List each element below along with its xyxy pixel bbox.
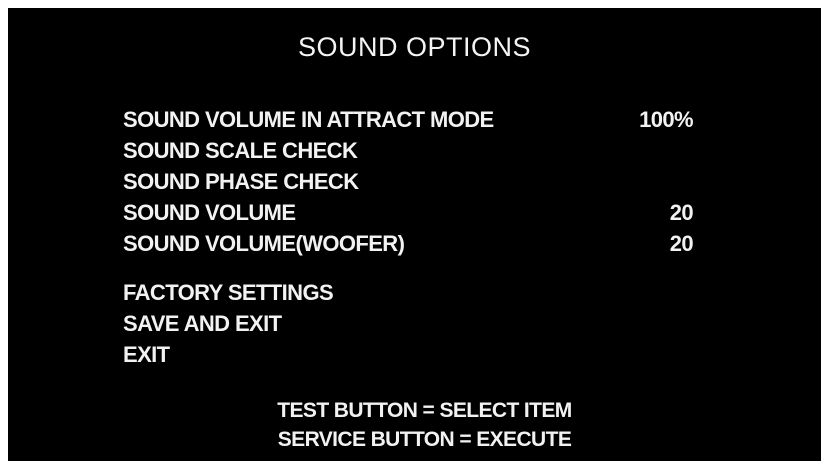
menu-item-factory-settings[interactable]: FACTORY SETTINGS <box>123 277 703 308</box>
button-instructions: TEST BUTTON = SELECT ITEM SERVICE BUTTON… <box>8 396 821 454</box>
menu-item-phase-check[interactable]: SOUND PHASE CHECK <box>123 166 703 197</box>
woofer-volume-value: 20 <box>669 231 694 256</box>
menu-item-label: FACTORY SETTINGS <box>123 280 334 305</box>
menu-item-attract-volume[interactable]: SOUND VOLUME IN ATTRACT MODE 100% <box>123 104 703 135</box>
menu-item-label: SOUND VOLUME IN ATTRACT MODE <box>123 107 494 132</box>
menu-item-sound-volume[interactable]: SOUND VOLUME 20 <box>123 197 703 228</box>
sound-volume-value: 20 <box>669 200 694 225</box>
menu-item-label: EXIT <box>123 342 170 367</box>
sound-options-screen: SOUND OPTIONS SOUND VOLUME IN ATTRACT MO… <box>8 8 821 461</box>
menu-spacer <box>123 259 703 277</box>
menu-item-label: SOUND VOLUME <box>123 200 296 225</box>
menu-item-save-and-exit[interactable]: SAVE AND EXIT <box>123 308 703 339</box>
screen-title: SOUND OPTIONS <box>297 32 532 62</box>
instruction-service-button: SERVICE BUTTON = EXECUTE <box>277 428 572 451</box>
attract-volume-value: 100% <box>639 107 693 132</box>
menu-item-label: SAVE AND EXIT <box>123 311 282 336</box>
menu-item-woofer-volume[interactable]: SOUND VOLUME(WOOFER) 20 <box>123 228 703 259</box>
sound-options-menu: SOUND VOLUME IN ATTRACT MODE 100% SOUND … <box>123 104 703 370</box>
menu-item-label: SOUND PHASE CHECK <box>123 169 359 194</box>
menu-item-label: SOUND SCALE CHECK <box>123 138 358 163</box>
menu-item-label: SOUND VOLUME(WOOFER) <box>123 231 405 256</box>
instruction-test-button: TEST BUTTON = SELECT ITEM <box>277 399 572 422</box>
menu-item-exit[interactable]: EXIT <box>123 339 703 370</box>
menu-item-scale-check[interactable]: SOUND SCALE CHECK <box>123 135 703 166</box>
